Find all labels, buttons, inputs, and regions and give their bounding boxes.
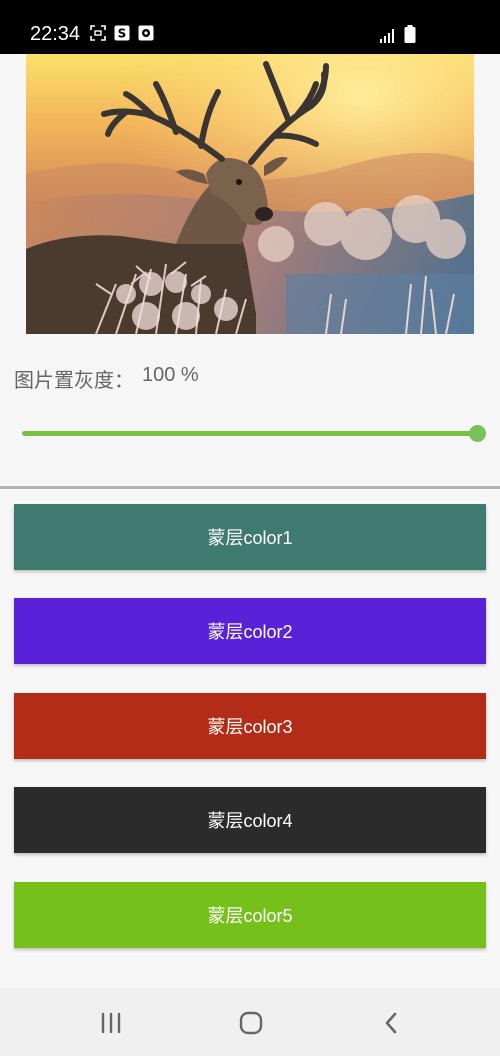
home-icon[interactable]: [231, 1010, 271, 1036]
s-app-icon: S: [114, 25, 130, 45]
slider-thumb[interactable]: [469, 425, 486, 442]
status-time: 22:34: [30, 23, 81, 45]
overlay-color1-button[interactable]: 蒙层color1: [14, 504, 486, 570]
grayscale-label: 图片置灰度：: [14, 370, 134, 392]
back-icon[interactable]: [371, 1010, 411, 1036]
status-icons-right: [380, 25, 416, 47]
deer-photo: [26, 54, 474, 334]
overlay-color3-button[interactable]: 蒙层color3: [14, 693, 486, 759]
screenshot-icon: [90, 25, 106, 45]
recent-apps-icon[interactable]: [91, 1010, 131, 1036]
svg-text:S: S: [118, 27, 127, 41]
battery-icon: [404, 25, 416, 47]
status-icons-left: S: [90, 25, 154, 45]
overlay-color4-button[interactable]: 蒙层color4: [14, 787, 486, 853]
nav-bar: [0, 988, 500, 1056]
status-bar: 22:34 S: [0, 0, 500, 54]
slider-track[interactable]: [22, 431, 478, 436]
overlay-color2-button[interactable]: 蒙层color2: [14, 598, 486, 664]
overlay-color5-button[interactable]: 蒙层color5: [14, 882, 486, 948]
signal-icon: [380, 28, 396, 47]
grayscale-slider[interactable]: [22, 424, 486, 444]
record-icon: [138, 25, 154, 45]
divider: [0, 486, 500, 489]
grayscale-value: 100 %: [142, 364, 199, 386]
deer-illustration: [26, 54, 474, 334]
